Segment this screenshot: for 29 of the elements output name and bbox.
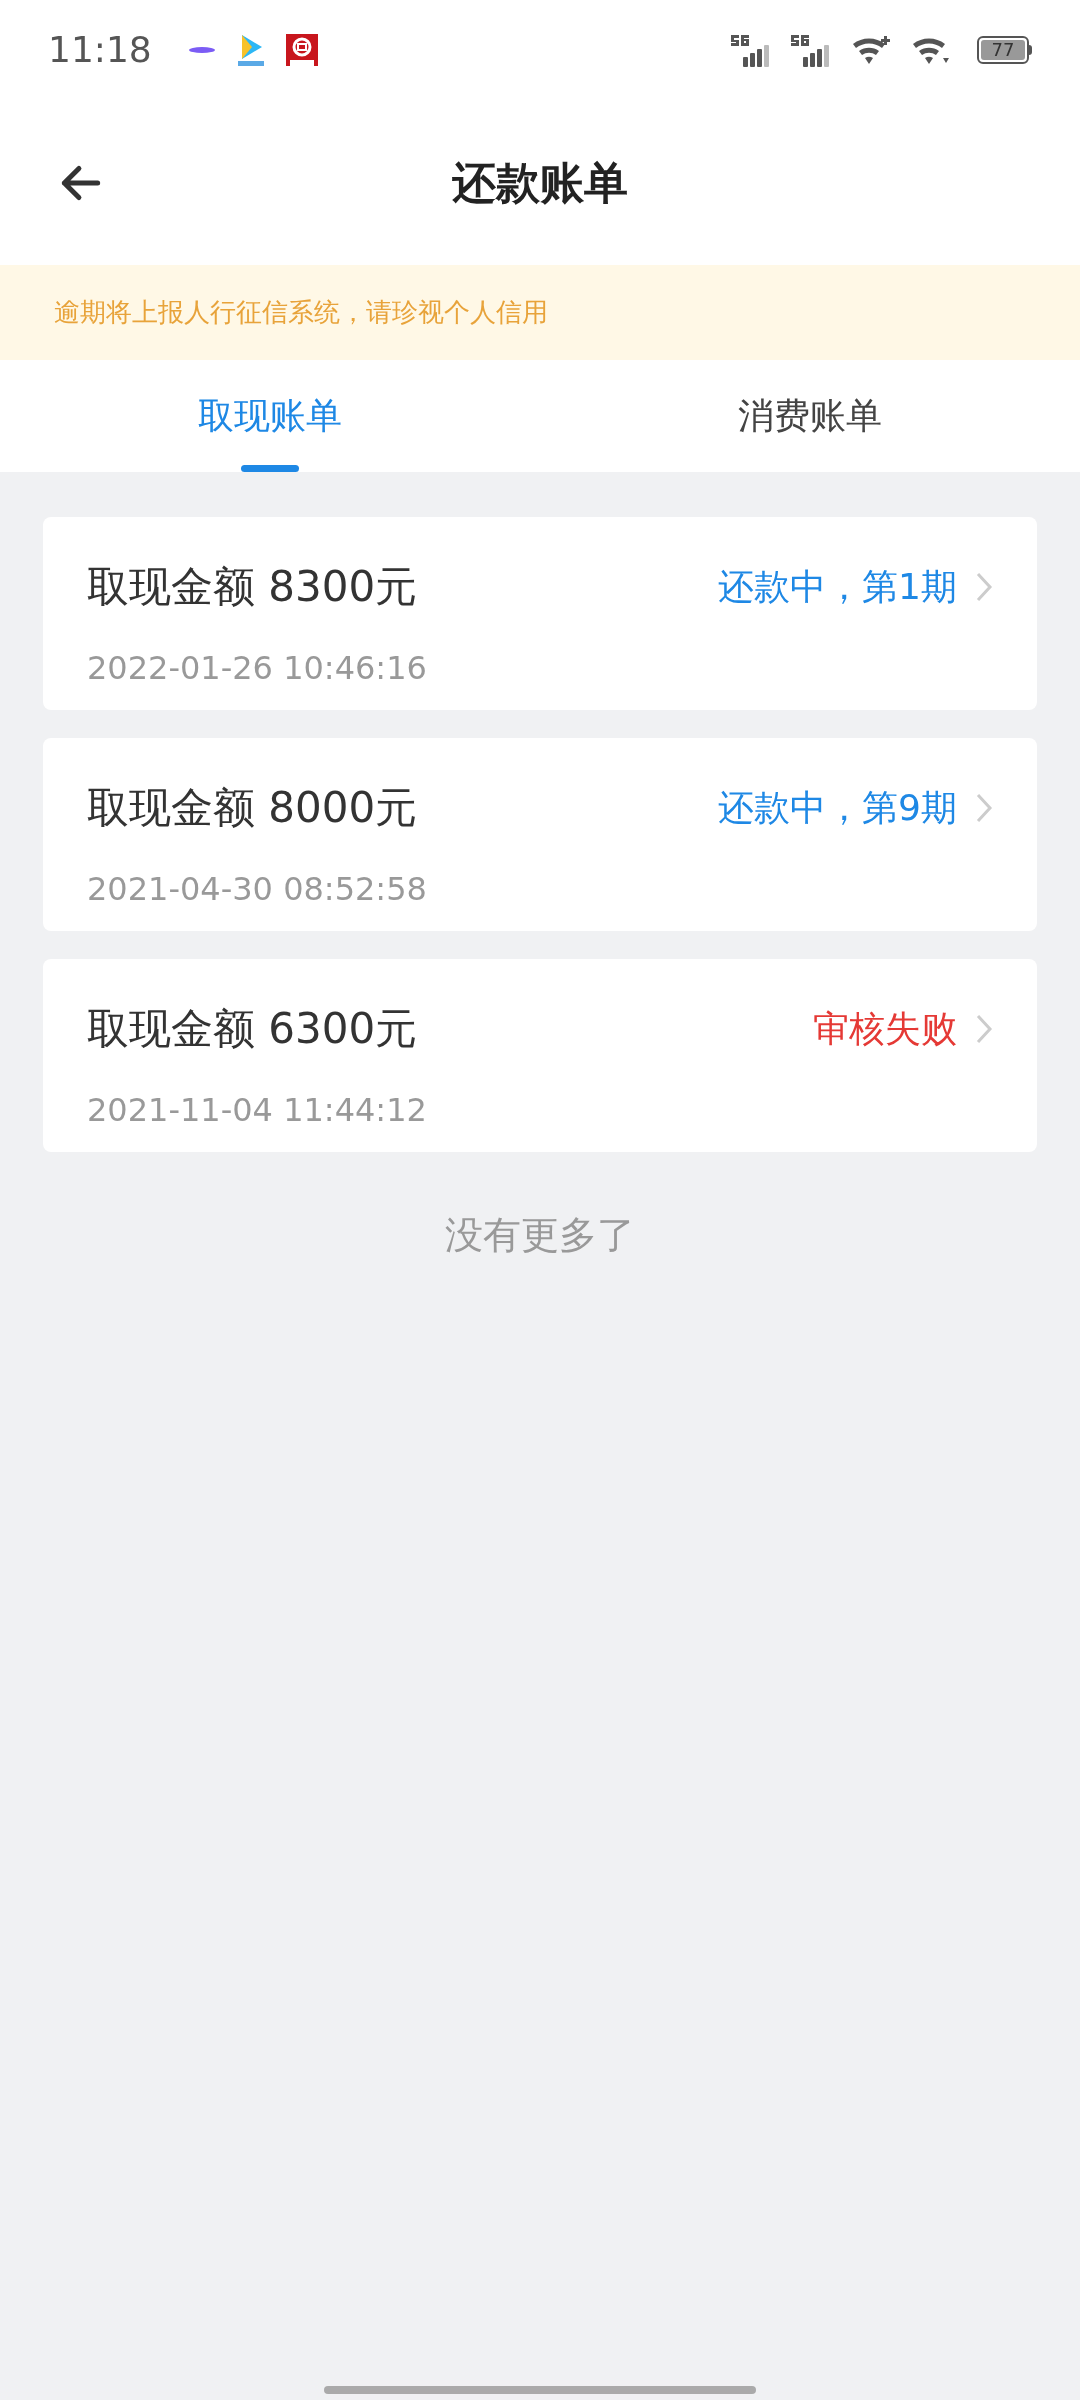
bill-card[interactable]: 取现金额 6300元 审核失败 2021-11-04 11:44:12: [43, 959, 1037, 1152]
bill-amount: 取现金额 8000元: [87, 782, 418, 834]
bank-app-icon: [285, 34, 318, 66]
bill-amount: 取现金额 8300元: [87, 561, 418, 613]
app-icon: [187, 45, 216, 55]
end-of-list-text: 没有更多了: [445, 1212, 635, 1259]
bill-card[interactable]: 取现金额 8300元 还款中，第1期 2022-01-26 10:46:16: [43, 517, 1037, 710]
bill-status: 审核失败: [813, 1006, 957, 1051]
signal-icon: [731, 33, 771, 67]
tab[interactable]: 取现账单: [0, 360, 540, 472]
chevron-right-icon: [975, 1012, 993, 1045]
signal-icon: [791, 33, 831, 67]
bill-amount: 取现金额 6300元: [87, 1003, 418, 1055]
chevron-right-icon: [975, 791, 993, 824]
tab-indicator: [241, 465, 299, 472]
page-title: 还款账单: [452, 155, 628, 210]
tab[interactable]: 消费账单: [540, 360, 1080, 472]
battery-level: 77: [991, 41, 1015, 59]
bill-time: 2021-11-04 11:44:12: [87, 1090, 428, 1131]
bill-time: 2022-01-26 10:46:16: [87, 648, 428, 689]
video-app-icon: [235, 33, 266, 67]
status-time: 11:18: [48, 28, 152, 72]
wifi-icon: [851, 34, 891, 66]
bill-status: 还款中，第1期: [718, 564, 957, 609]
bill-card[interactable]: 取现金额 8000元 还款中，第9期 2021-04-30 08:52:58: [43, 738, 1037, 931]
notice-banner: 逾期将上报人行征信系统，请珍视个人信用: [0, 265, 1080, 360]
chevron-right-icon: [975, 570, 993, 603]
bill-status: 还款中，第9期: [718, 785, 957, 830]
bill-time: 2021-04-30 08:52:58: [87, 869, 428, 910]
